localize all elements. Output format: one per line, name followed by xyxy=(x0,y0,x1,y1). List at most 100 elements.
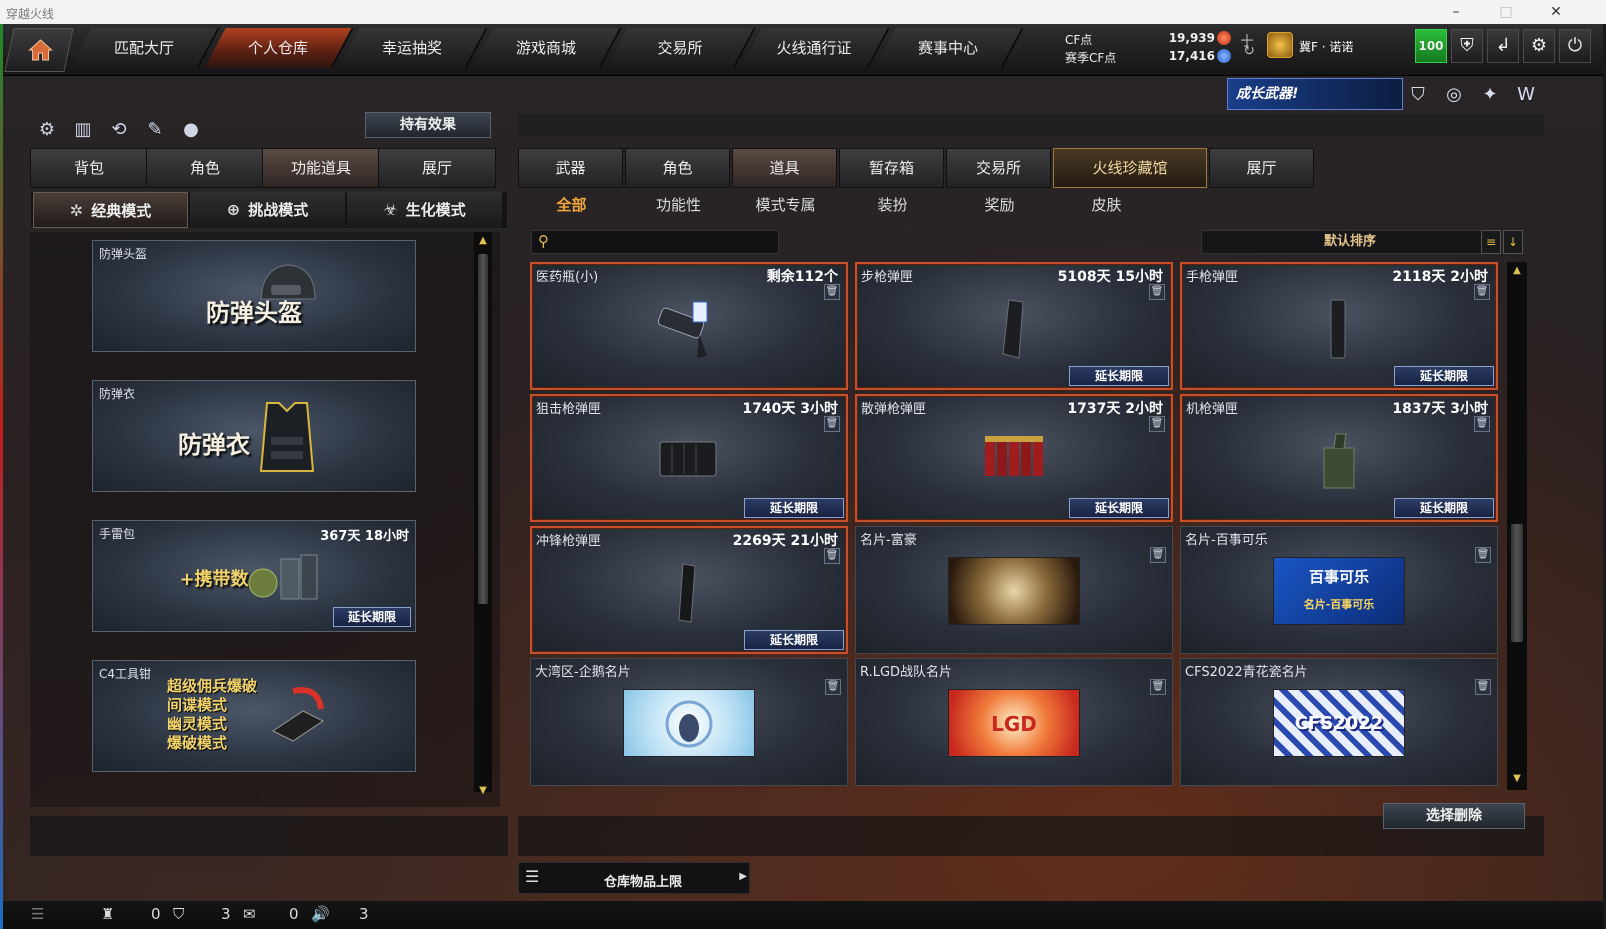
tab-trade[interactable]: 交易所 xyxy=(946,148,1051,188)
item-card-sniper-mag[interactable]: 狙击枪弹匣 1740天 3小时 🗑 延长期限 xyxy=(530,394,848,522)
tab-showroom[interactable]: 展厅 xyxy=(378,148,496,188)
tab-function-items[interactable]: 功能道具 xyxy=(262,148,380,188)
home-button[interactable] xyxy=(4,28,74,72)
tab-weapons[interactable]: 武器 xyxy=(518,148,623,188)
item-card-namecard-pepsi[interactable]: 名片-百事可乐 🗑 百事可乐 名片-百事可乐 xyxy=(1180,526,1498,654)
tab-game-shop[interactable]: 游戏商城 xyxy=(472,28,622,68)
menu-icon[interactable]: ☰ xyxy=(31,905,44,923)
volume-icon[interactable]: 🔊 xyxy=(311,905,330,923)
scroll-down-icon[interactable]: ▼ xyxy=(1508,772,1526,786)
expand-arrow-icon[interactable]: ▶ xyxy=(739,871,747,882)
power-button[interactable]: ⏻ xyxy=(1559,29,1591,63)
grenade-icon[interactable]: ● xyxy=(177,116,205,144)
chat-icon[interactable]: ✉ xyxy=(243,905,256,923)
subtab-skins[interactable]: 皮肤 xyxy=(1053,190,1160,222)
extend-button[interactable]: 延长期限 xyxy=(744,630,844,650)
stats-icon[interactable]: ▥ xyxy=(69,116,97,144)
clan-icon[interactable]: ⛉ xyxy=(173,905,184,923)
close-button[interactable]: ✕ xyxy=(1536,2,1576,22)
mode-zombie[interactable]: ☣ 生化模式 xyxy=(347,192,502,228)
list-view-icon[interactable]: ≡ xyxy=(1481,230,1501,254)
trash-icon[interactable]: 🗑 xyxy=(1149,416,1165,432)
emblem-v-icon[interactable]: ⛉ xyxy=(1403,80,1433,110)
subtab-rewards[interactable]: 奖励 xyxy=(946,190,1053,222)
tab-exchange[interactable]: 交易所 xyxy=(606,28,756,68)
trash-icon[interactable]: 🗑 xyxy=(1150,547,1166,563)
tab-character[interactable]: 角色 xyxy=(146,148,264,188)
emblem-star-icon[interactable]: ✦ xyxy=(1475,80,1505,110)
trash-icon[interactable]: 🗑 xyxy=(1475,679,1491,695)
scroll-down-icon[interactable]: ▼ xyxy=(474,784,492,798)
left-scrollbar[interactable]: ▲ ▼ xyxy=(474,232,492,796)
minimize-button[interactable]: – xyxy=(1436,2,1476,22)
extend-button[interactable]: 延长期限 xyxy=(1069,498,1169,518)
scroll-up-icon[interactable]: ▲ xyxy=(474,234,492,248)
item-card-rifle-mag[interactable]: 步枪弹匣 5108天 15小时 🗑 延长期限 xyxy=(855,262,1173,390)
owned-effects-button[interactable]: 持有效果 xyxy=(365,112,491,138)
item-card-shotgun-shells[interactable]: 散弹枪弹匣 1737天 2小时 🗑 延长期限 xyxy=(855,394,1173,522)
extend-button[interactable]: 延长期限 xyxy=(333,607,411,627)
right-scrollbar[interactable]: ▲ ▼ xyxy=(1507,262,1527,790)
left-card-grenade-pack[interactable]: 手雷包 367天 18小时 +携带数 延长期限 xyxy=(92,520,416,632)
tab-hall[interactable]: 展厅 xyxy=(1209,148,1314,188)
left-card-c4-pliers[interactable]: C4工具钳 超级佣兵爆破 间谍模式 幽灵模式 爆破模式 xyxy=(92,660,416,772)
item-card-pistol-mag[interactable]: 手枪弹匣 2118天 2小时 🗑 延长期限 xyxy=(1180,262,1498,390)
tab-event-center[interactable]: 赛事中心 xyxy=(874,28,1024,68)
tab-match-lobby[interactable]: 匹配大厅 xyxy=(70,28,220,68)
settings-button[interactable]: ⚙ xyxy=(1523,29,1555,63)
item-card-mg-mag[interactable]: 机枪弹匣 1837天 3小时 🗑 延长期限 xyxy=(1180,394,1498,522)
tab-characters[interactable]: 角色 xyxy=(625,148,730,188)
tab-items[interactable]: 道具 xyxy=(732,148,837,188)
trash-icon[interactable]: 🗑 xyxy=(824,284,840,300)
extend-button[interactable]: 延长期限 xyxy=(1394,366,1494,386)
sort-direction-icon[interactable]: ↓ xyxy=(1503,230,1523,254)
left-card-helmet[interactable]: 防弹头盔 防弹头盔 xyxy=(92,240,416,352)
extend-button[interactable]: 延长期限 xyxy=(1394,498,1494,518)
left-scroll-thumb[interactable] xyxy=(478,254,488,604)
subtab-dressup[interactable]: 装扮 xyxy=(839,190,946,222)
subtab-functional[interactable]: 功能性 xyxy=(625,190,732,222)
storage-limit-bar[interactable]: ☰ 仓库物品上限 ▶ xyxy=(518,862,750,894)
extend-button[interactable]: 延长期限 xyxy=(744,498,844,518)
growth-weapon-banner[interactable]: 成长武器! xyxy=(1227,78,1403,110)
spray-icon[interactable]: ✎ xyxy=(141,116,169,144)
search-input[interactable] xyxy=(531,230,779,254)
friends-icon[interactable]: ♜ xyxy=(101,905,114,923)
subtab-all[interactable]: 全部 xyxy=(518,190,625,222)
extend-button[interactable]: 延长期限 xyxy=(1069,366,1169,386)
item-card-smg-mag[interactable]: 冲锋枪弹匣 2269天 21小时 🗑 延长期限 xyxy=(530,526,848,654)
back-button[interactable]: ↲ xyxy=(1487,29,1519,63)
trash-icon[interactable]: 🗑 xyxy=(1474,416,1490,432)
trash-icon[interactable]: 🗑 xyxy=(1474,284,1490,300)
off-toggle-icon[interactable]: ⚙ xyxy=(33,116,61,144)
subtab-mode-exclusive[interactable]: 模式专属 xyxy=(732,190,839,222)
item-card-namecard-rich[interactable]: 名片-富豪 🗑 xyxy=(855,526,1173,654)
tab-backpack[interactable]: 背包 xyxy=(30,148,148,188)
item-card-medkit[interactable]: 医药瓶(小) 剩余112个 🗑 xyxy=(530,262,848,390)
item-card-namecard-cfs2022[interactable]: CFS2022青花瓷名片 🗑 CFS2022 xyxy=(1180,658,1498,786)
history-icon[interactable]: ⟲ xyxy=(105,116,133,144)
tab-cf-collection[interactable]: 火线珍藏馆 xyxy=(1053,148,1207,188)
refresh-icon[interactable]: ↻ xyxy=(1243,43,1255,59)
select-delete-button[interactable]: 选择删除 xyxy=(1383,803,1525,829)
item-card-namecard-penguin[interactable]: 大湾区-企鹅名片 🗑 xyxy=(530,658,848,786)
level-badge[interactable]: 100 xyxy=(1415,29,1447,63)
sort-dropdown[interactable]: 默认排序 xyxy=(1201,230,1499,254)
mode-classic[interactable]: ✲ 经典模式 xyxy=(33,192,188,228)
right-scroll-thumb[interactable] xyxy=(1511,524,1523,642)
tab-personal-storage[interactable]: 个人仓库 xyxy=(204,28,354,68)
trash-icon[interactable]: 🗑 xyxy=(1475,547,1491,563)
maximize-button[interactable]: □ xyxy=(1486,2,1526,22)
mode-challenge[interactable]: ⊕ 挑战模式 xyxy=(190,192,345,228)
trash-icon[interactable]: 🗑 xyxy=(824,548,840,564)
trash-icon[interactable]: 🗑 xyxy=(1150,679,1166,695)
tab-lucky-draw[interactable]: 幸运抽奖 xyxy=(338,28,488,68)
emblem-w-icon[interactable]: W xyxy=(1511,80,1541,110)
trash-icon[interactable]: 🗑 xyxy=(824,416,840,432)
shield-button[interactable]: ⛨ xyxy=(1451,29,1483,63)
trash-icon[interactable]: 🗑 xyxy=(825,679,841,695)
trash-icon[interactable]: 🗑 xyxy=(1149,284,1165,300)
tab-temp-box[interactable]: 暂存箱 xyxy=(839,148,944,188)
item-card-namecard-lgd[interactable]: R.LGD战队名片 🗑 LGD xyxy=(855,658,1173,786)
left-card-vest[interactable]: 防弹衣 防弹衣 xyxy=(92,380,416,492)
